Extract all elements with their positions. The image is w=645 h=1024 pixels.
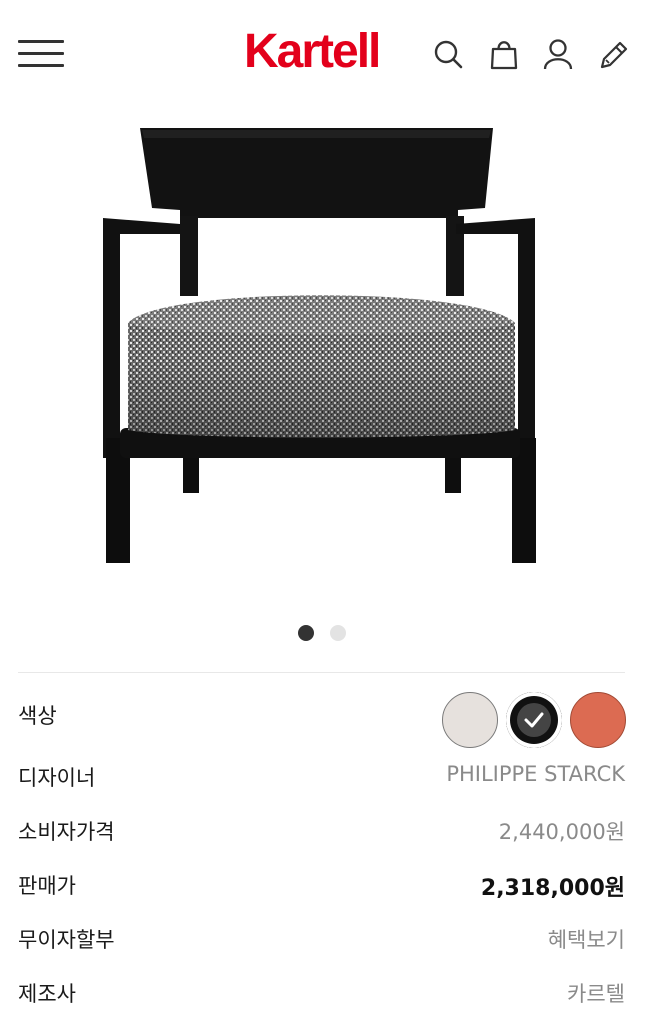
color-row: 색상	[18, 678, 626, 754]
manufacturer-value: 카르텔	[567, 982, 625, 1006]
color-label: 색상	[18, 704, 57, 728]
designer-row: 디자이너 PHILIPPE STARCK	[18, 754, 625, 794]
gallery-dot-1[interactable]	[298, 625, 314, 641]
shopping-bag-icon[interactable]	[488, 36, 520, 72]
divider	[18, 672, 625, 673]
consumer-price-value: 2,440,000원	[498, 820, 625, 844]
designer-value: PHILIPPE STARCK	[446, 762, 625, 786]
user-icon[interactable]	[542, 36, 574, 72]
header: Kartell	[0, 0, 645, 108]
pen-icon[interactable]	[596, 36, 628, 72]
installment-benefits-link[interactable]: 혜택보기	[548, 924, 625, 954]
check-icon	[517, 703, 551, 737]
color-swatch-orange[interactable]	[570, 692, 626, 748]
color-swatch-light-grey[interactable]	[442, 692, 498, 748]
color-swatch-black[interactable]	[506, 692, 562, 748]
manufacturer-row: 제조사 카르텔	[18, 970, 625, 1010]
consumer-price-label: 소비자가격	[18, 820, 115, 844]
installment-row: 무이자할부 혜택보기	[18, 916, 625, 956]
designer-label: 디자이너	[18, 766, 96, 790]
gallery-pagination	[0, 625, 645, 641]
sale-price-row: 판매가 2,318,000원	[18, 862, 625, 902]
search-icon[interactable]	[432, 36, 464, 72]
manufacturer-label: 제조사	[18, 982, 76, 1006]
product-image	[40, 108, 605, 608]
sale-price-value: 2,318,000원	[480, 876, 625, 901]
sale-price-label: 판매가	[18, 874, 76, 898]
gallery-dot-2[interactable]	[330, 625, 346, 641]
kartell-logo[interactable]: Kartell	[244, 26, 381, 78]
installment-label: 무이자할부	[18, 928, 115, 952]
menu-icon[interactable]	[18, 38, 64, 70]
consumer-price-row: 소비자가격 2,440,000원	[18, 808, 625, 848]
armchair-illustration	[103, 128, 536, 563]
